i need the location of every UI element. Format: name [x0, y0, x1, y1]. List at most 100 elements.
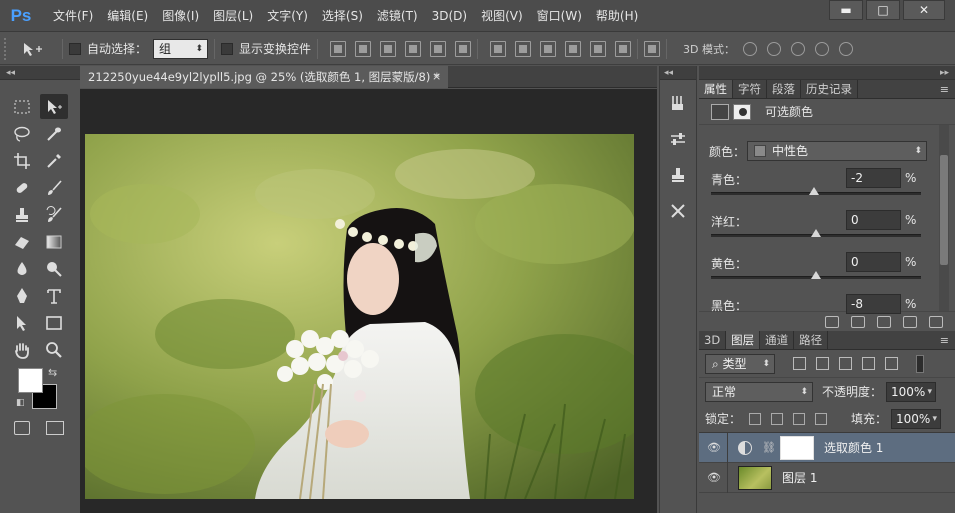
crop-icon[interactable] — [8, 148, 36, 173]
menu-3d[interactable]: 3D(D) — [425, 0, 474, 32]
eraser-icon[interactable] — [8, 229, 36, 254]
scrollbar-thumb[interactable] — [940, 155, 948, 265]
3d-scale-icon[interactable] — [839, 41, 853, 56]
reset-icon[interactable] — [877, 315, 891, 328]
close-button[interactable]: ✕ — [903, 0, 945, 20]
menu-view[interactable]: 视图(V) — [474, 0, 530, 32]
tab-history[interactable]: 历史记录 — [801, 80, 858, 98]
layer-thumbnail[interactable] — [738, 465, 772, 490]
clone-stamp-icon[interactable] — [8, 202, 36, 227]
tab-layers[interactable]: 图层 — [726, 331, 761, 349]
auto-align-layers-icon[interactable] — [644, 40, 661, 57]
canvas-area[interactable] — [80, 89, 657, 513]
3d-slide-icon[interactable] — [815, 41, 829, 56]
slider-thumb[interactable] — [811, 229, 821, 237]
move-tool-preset-icon[interactable] — [10, 38, 56, 60]
cyan-value-input[interactable]: -2 — [846, 168, 901, 188]
layer-row-selective-color[interactable]: 👁 ⛓ 选取颜色 1 — [699, 432, 955, 463]
slider-thumb[interactable] — [811, 271, 821, 279]
3d-pan-icon[interactable] — [791, 41, 805, 56]
blur-icon[interactable] — [8, 256, 36, 281]
quick-selection-icon[interactable] — [40, 121, 68, 146]
right-panels-header[interactable]: ▸▸ — [699, 66, 955, 80]
tab-paths[interactable]: 路径 — [794, 331, 829, 349]
quick-mask-icon[interactable] — [14, 421, 30, 435]
layer-mask-thumbnail[interactable] — [779, 435, 814, 460]
align-top-edges-icon[interactable] — [330, 40, 347, 57]
visibility-eye-icon[interactable] — [903, 315, 917, 328]
layer-mask-icon[interactable] — [733, 103, 751, 120]
brush-presets-icon[interactable] — [665, 90, 691, 116]
spot-healing-icon[interactable] — [8, 175, 36, 200]
minimize-button[interactable]: ▬ — [829, 0, 863, 20]
link-chain-icon[interactable]: ⛓ — [762, 441, 776, 454]
layer-name[interactable]: 选取颜色 1 — [824, 439, 883, 456]
color-dropdown[interactable]: 中性色 ⬍ — [747, 141, 927, 161]
type-filter-icon[interactable] — [839, 357, 852, 370]
menu-type[interactable]: 文字(Y) — [260, 0, 315, 32]
document-canvas-image[interactable] — [85, 134, 634, 499]
distribute-hcenter-icon[interactable] — [590, 40, 607, 57]
gradient-icon[interactable] — [40, 229, 68, 254]
history-brush-icon[interactable] — [40, 202, 68, 227]
path-selection-icon[interactable] — [8, 310, 36, 335]
view-previous-state-icon[interactable] — [851, 315, 865, 328]
adjustment-filter-icon[interactable] — [816, 357, 829, 370]
lasso-icon[interactable] — [8, 121, 36, 146]
distribute-bottom-icon[interactable] — [540, 40, 557, 57]
close-tab-icon[interactable]: × — [432, 66, 441, 88]
pixel-filter-icon[interactable] — [793, 357, 806, 370]
align-bottom-edges-icon[interactable] — [380, 40, 397, 57]
tab-character[interactable]: 字符 — [733, 80, 767, 98]
blend-mode-dropdown[interactable]: 正常 ⬍ — [705, 381, 813, 402]
slider-thumb[interactable] — [808, 187, 819, 195]
distribute-right-icon[interactable] — [615, 40, 632, 57]
clip-to-layer-icon[interactable] — [825, 315, 839, 328]
dodge-icon[interactable] — [40, 256, 68, 281]
screen-mode-icon[interactable] — [46, 421, 64, 435]
menu-layer[interactable]: 图层(L) — [206, 0, 260, 32]
smart-object-filter-icon[interactable] — [885, 357, 898, 370]
dock-header[interactable]: ◂◂ — [660, 66, 696, 80]
clone-source-icon[interactable] — [665, 162, 691, 188]
menu-filter[interactable]: 滤镜(T) — [370, 0, 425, 32]
align-vertical-centers-icon[interactable] — [355, 40, 372, 57]
lock-transparent-icon[interactable] — [749, 412, 762, 425]
menu-select[interactable]: 选择(S) — [315, 0, 370, 32]
tab-properties[interactable]: 属性 — [699, 80, 733, 98]
default-colors-icon[interactable]: ◧ — [16, 398, 25, 408]
layer-row-layer-1[interactable]: 👁 图层 1 — [699, 462, 955, 493]
filter-toggle[interactable] — [916, 354, 924, 373]
rectangular-marquee-icon[interactable] — [8, 94, 36, 119]
tool-presets-icon[interactable] — [665, 198, 691, 224]
tools-panel-header[interactable]: ◂◂ — [0, 66, 80, 80]
adjustments-sliders-icon[interactable] — [665, 126, 691, 152]
auto-select-checkbox[interactable] — [69, 42, 81, 55]
yellow-value-input[interactable]: 0 — [846, 252, 901, 272]
lock-all-icon[interactable] — [815, 412, 828, 425]
hand-icon[interactable] — [8, 337, 36, 362]
tab-paragraph[interactable]: 段落 — [767, 80, 801, 98]
panel-menu-icon[interactable]: ≡ — [940, 80, 949, 99]
3d-rotate-icon[interactable] — [743, 41, 757, 56]
menu-file[interactable]: 文件(F) — [46, 0, 100, 32]
eye-icon[interactable]: 👁 — [707, 441, 721, 454]
menu-image[interactable]: 图像(I) — [155, 0, 206, 32]
adjustment-layer-icon[interactable] — [711, 103, 729, 120]
brush-icon[interactable] — [40, 175, 68, 200]
opacity-input[interactable]: 100% ▾ — [886, 381, 937, 402]
document-tab[interactable]: 212250yue44e9yl2lypll5.jpg @ 25% (选取颜色 1… — [80, 66, 448, 88]
magenta-value-input[interactable]: 0 — [846, 210, 901, 230]
menu-window[interactable]: 窗口(W) — [530, 0, 589, 32]
black-value-input[interactable]: -8 — [846, 294, 901, 314]
pen-icon[interactable] — [8, 283, 36, 308]
shape-filter-icon[interactable] — [862, 357, 875, 370]
properties-scrollbar[interactable] — [939, 125, 949, 311]
show-transform-checkbox[interactable] — [221, 42, 234, 55]
align-left-edges-icon[interactable] — [405, 40, 422, 57]
tab-3d[interactable]: 3D — [699, 331, 727, 349]
align-right-edges-icon[interactable] — [455, 40, 472, 57]
swap-colors-icon[interactable]: ⇆ — [48, 366, 57, 379]
menu-help[interactable]: 帮助(H) — [589, 0, 645, 32]
eye-icon[interactable]: 👁 — [707, 471, 721, 484]
